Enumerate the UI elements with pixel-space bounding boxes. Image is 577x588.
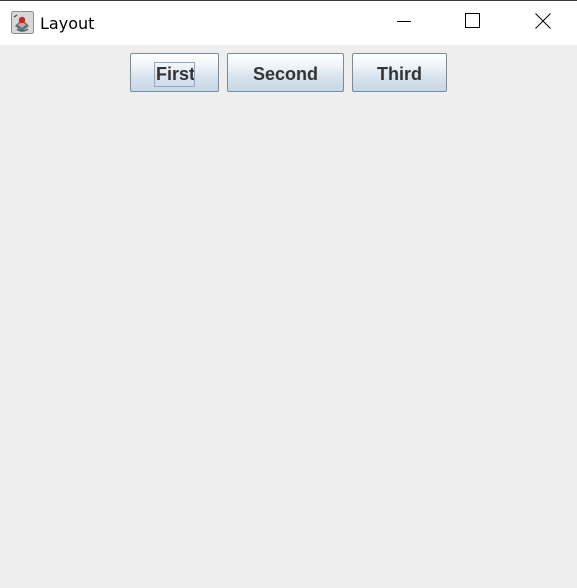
maximize-button[interactable] [450, 1, 496, 45]
title-bar[interactable]: Layout [0, 1, 577, 45]
minimize-button[interactable] [381, 1, 427, 45]
second-button[interactable]: Second [227, 53, 344, 92]
maximize-icon [465, 12, 481, 34]
window-title: Layout [40, 14, 95, 33]
close-button[interactable] [520, 1, 566, 45]
java-coffee-cup-icon[interactable] [11, 11, 34, 34]
second-button-label: Second [252, 63, 318, 84]
third-button-label: Third [377, 63, 422, 84]
application-window: Layout First Second Third [0, 0, 577, 588]
minimize-icon [396, 13, 412, 34]
content-pane: First Second Third [0, 45, 577, 588]
close-icon [535, 12, 551, 34]
third-button[interactable]: Third [352, 53, 447, 92]
first-button[interactable]: First [130, 53, 219, 92]
first-button-label: First [154, 61, 195, 87]
